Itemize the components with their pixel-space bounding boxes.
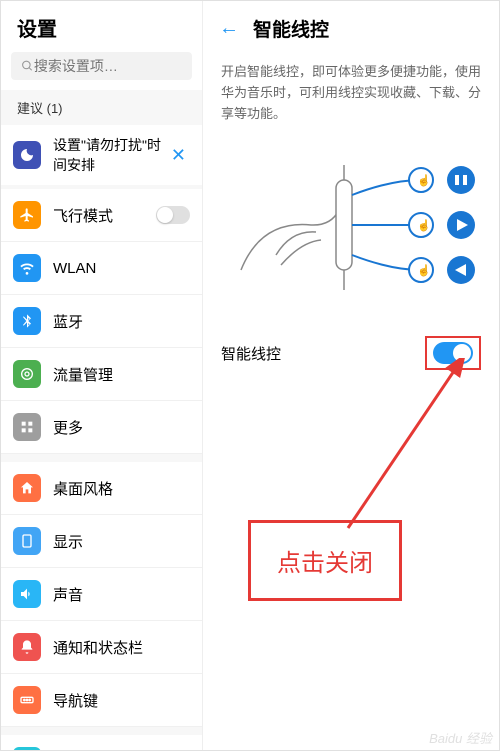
headset-illustration: ☝ ☝ ☝ <box>203 140 499 320</box>
item-icon <box>13 254 41 282</box>
item-label: 声音 <box>53 584 190 605</box>
detail-header: ← 智能线控 <box>203 1 499 56</box>
settings-item-导航键[interactable]: 导航键 <box>1 674 202 727</box>
annotation-box: 点击关闭 <box>248 520 402 601</box>
back-icon[interactable]: ← <box>219 17 239 40</box>
detail-description: 开启智能线控，即可体验更多便捷功能，使用华为音乐时，可利用线控实现收藏、下载、分… <box>203 56 499 140</box>
settings-item-WLAN[interactable]: WLAN <box>1 242 202 295</box>
settings-item-指纹[interactable]: 指纹 <box>1 735 202 750</box>
settings-item-通知和状态栏[interactable]: 通知和状态栏 <box>1 621 202 674</box>
item-icon <box>13 413 41 441</box>
svg-text:☝: ☝ <box>417 263 431 277</box>
item-label: WLAN <box>53 260 190 277</box>
settings-item-流量管理[interactable]: 流量管理 <box>1 348 202 401</box>
smart-headset-toggle-row: 智能线控 <box>203 320 499 386</box>
svg-text:☝: ☝ <box>417 218 431 232</box>
settings-left-panel: 设置 建议 (1) 设置"请勿打扰"时间安排 ✕ 飞行模式 WLAN 蓝牙流量管理更… <box>1 1 203 750</box>
settings-item-更多[interactable]: 更多 <box>1 401 202 454</box>
item-label: 飞行模式 <box>53 205 156 226</box>
settings-item-飞行模式[interactable]: 飞行模式 <box>1 189 202 242</box>
item-icon <box>13 474 41 502</box>
item-icon <box>13 747 41 750</box>
svg-text:☝: ☝ <box>417 173 431 187</box>
annotation-highlight-box <box>425 336 481 370</box>
item-label: 导航键 <box>53 690 190 711</box>
close-icon[interactable]: ✕ <box>167 145 190 166</box>
item-label: 流量管理 <box>53 364 190 385</box>
item-icon <box>13 633 41 661</box>
item-icon <box>13 686 41 714</box>
smart-headset-toggle[interactable] <box>433 342 473 364</box>
suggestion-text: 设置"请勿打扰"时间安排 <box>53 135 167 175</box>
suggestion-header: 建议 (1) <box>1 90 202 125</box>
item-label: 桌面风格 <box>53 478 190 499</box>
search-icon <box>21 59 34 73</box>
detail-panel: ← 智能线控 开启智能线控，即可体验更多便捷功能，使用华为音乐时，可利用线控实现… <box>203 1 499 750</box>
item-icon <box>13 307 41 335</box>
settings-title: 设置 <box>1 1 202 52</box>
suggestion-row[interactable]: 设置"请勿打扰"时间安排 ✕ <box>1 125 202 189</box>
search-box[interactable] <box>11 52 192 80</box>
moon-icon <box>13 141 41 169</box>
settings-item-蓝牙[interactable]: 蓝牙 <box>1 295 202 348</box>
detail-title: 智能线控 <box>253 15 329 42</box>
airplane-toggle[interactable] <box>156 206 190 224</box>
item-label: 蓝牙 <box>53 311 190 332</box>
item-label: 显示 <box>53 531 190 552</box>
annotation-text: 点击关闭 <box>277 543 373 578</box>
item-icon <box>13 201 41 229</box>
item-label: 通知和状态栏 <box>53 637 190 658</box>
item-icon <box>13 580 41 608</box>
settings-item-显示[interactable]: 显示 <box>1 515 202 568</box>
item-icon <box>13 527 41 555</box>
item-label: 更多 <box>53 417 190 438</box>
search-input[interactable] <box>34 58 182 74</box>
item-icon <box>13 360 41 388</box>
settings-item-桌面风格[interactable]: 桌面风格 <box>1 462 202 515</box>
toggle-label: 智能线控 <box>221 343 281 364</box>
settings-item-声音[interactable]: 声音 <box>1 568 202 621</box>
watermark: Baidu 经验 <box>429 728 492 747</box>
